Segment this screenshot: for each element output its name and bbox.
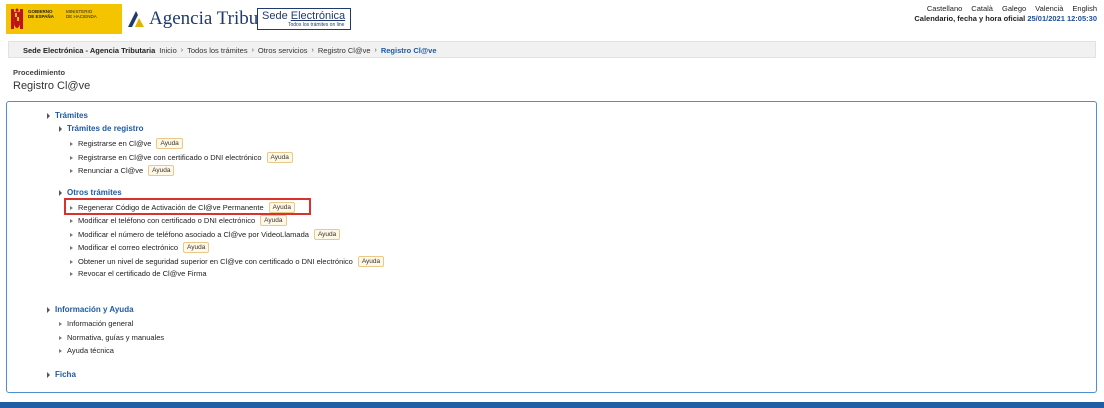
tree-ficha[interactable]: Ficha [47, 370, 76, 379]
lang-castellano[interactable]: Castellano [927, 4, 962, 13]
ayuda-button[interactable]: Ayuda [357, 256, 385, 267]
breadcrumb-todos-tramites[interactable]: Todos los trámites [187, 46, 247, 55]
lang-english[interactable]: English [1072, 4, 1097, 13]
lang-valencia[interactable]: Valencià [1035, 4, 1063, 13]
ayuda-button[interactable]: Ayuda [266, 152, 293, 163]
bullet-arrow-icon [59, 321, 62, 326]
tree-tramites-label: Trámites [55, 111, 88, 120]
breadcrumb-bar: Sede Electrónica - Agencia Tributaria In… [8, 41, 1096, 58]
site-header: GOBIERNO DE ESPAÑA MINISTERIO DE HACIEND… [0, 0, 1104, 37]
tree-item-nivel-seguridad[interactable]: Obtener un nivel de seguridad superior e… [70, 256, 385, 267]
ayuda-button[interactable]: Ayuda [148, 165, 175, 176]
expand-arrow-icon [47, 306, 50, 313]
ministerio-label: MINISTERIO DE HACIENDA [66, 9, 97, 19]
procedure-label: Procedimiento [13, 68, 66, 77]
tree-item-label[interactable]: Registrarse en Cl@ve con certificado o D… [78, 153, 262, 162]
lang-catala[interactable]: Català [971, 4, 993, 13]
tree-item-modificar-telefono-videollamada[interactable]: Modificar el número de teléfono asociado… [70, 229, 341, 240]
tree-item-label[interactable]: Normativa, guías y manuales [67, 333, 164, 342]
highlight-box [64, 198, 311, 215]
tree-informacion-ayuda-label: Información y Ayuda [55, 305, 134, 314]
gobierno-label: GOBIERNO DE ESPAÑA [28, 9, 54, 19]
sede-tagline: Todos los trámites on line [288, 22, 345, 28]
tree-item-revocar-certificado[interactable]: Revocar el certificado de Cl@ve Firma [70, 269, 207, 278]
tree-item-ayuda-tecnica[interactable]: Ayuda técnica [59, 346, 114, 355]
breadcrumb-current: Registro Cl@ve [380, 46, 437, 55]
bullet-arrow-icon [70, 271, 73, 276]
breadcrumb-separator-icon: › [180, 47, 184, 54]
tree-tramites-registro[interactable]: Trámites de registro [59, 124, 143, 133]
official-datetime[interactable]: Calendario, fecha y hora oficial 25/01/2… [914, 14, 1097, 23]
breadcrumb-inicio[interactable]: Inicio [159, 46, 177, 55]
page-title: Registro Cl@ve [13, 80, 91, 92]
breadcrumb-separator-icon: › [374, 47, 377, 54]
datetime-value: 25/01/2021 12:05:30 [1027, 14, 1097, 23]
tree-item-label[interactable]: Modificar el correo electrónico [78, 243, 178, 252]
breadcrumb-separator-icon: › [311, 47, 314, 54]
tree-item-label[interactable]: Modificar el teléfono con certificado o … [78, 216, 255, 225]
expand-arrow-icon [59, 189, 62, 196]
agencia-tributaria-icon [128, 11, 144, 27]
bullet-arrow-icon [59, 348, 62, 353]
tree-item-label[interactable]: Revocar el certificado de Cl@ve Firma [78, 269, 207, 278]
expand-arrow-icon [47, 112, 50, 119]
bullet-arrow-icon [70, 232, 73, 237]
tree-tramites[interactable]: Trámites [47, 111, 88, 120]
tree-item-label[interactable]: Ayuda técnica [67, 346, 114, 355]
gobierno-espana-logo[interactable]: GOBIERNO DE ESPAÑA MINISTERIO DE HACIEND… [6, 4, 122, 34]
bullet-arrow-icon [59, 335, 62, 340]
expand-arrow-icon [47, 371, 50, 378]
bullet-arrow-icon [70, 245, 73, 250]
breadcrumb-registro-clave[interactable]: Registro Cl@ve [318, 46, 371, 55]
tree-ficha-label: Ficha [55, 370, 76, 379]
sede-electronica-logo[interactable]: Sede Electrónica Todos los trámites on l… [257, 8, 351, 30]
bullet-arrow-icon [70, 155, 73, 160]
tree-item-modificar-telefono[interactable]: Modificar el teléfono con certificado o … [70, 215, 287, 226]
tree-item-modificar-correo[interactable]: Modificar el correo electrónico Ayuda [70, 242, 210, 253]
tree-item-renunciar[interactable]: Renunciar a Cl@ve Ayuda [70, 165, 175, 176]
footer-bar [0, 402, 1104, 408]
breadcrumb-otros-servicios[interactable]: Otros servicios [258, 46, 308, 55]
language-selector: Castellano Català Galego Valencià Englis… [927, 4, 1097, 13]
tree-item-label[interactable]: Renunciar a Cl@ve [78, 166, 143, 175]
breadcrumb: Sede Electrónica - Agencia Tributaria In… [23, 46, 437, 55]
tree-tramites-registro-label: Trámites de registro [67, 124, 144, 133]
tree-informacion-ayuda[interactable]: Información y Ayuda [47, 305, 134, 314]
tree-item-registrarse[interactable]: Registrarse en Cl@ve Ayuda [70, 138, 183, 149]
tree-otros-tramites[interactable]: Otros trámites [59, 188, 122, 197]
tree-item-label[interactable]: Obtener un nivel de seguridad superior e… [78, 257, 353, 266]
ayuda-button[interactable]: Ayuda [313, 229, 341, 240]
tree-item-normativa[interactable]: Normativa, guías y manuales [59, 333, 164, 342]
coat-of-arms-icon [11, 8, 23, 29]
ayuda-button[interactable]: Ayuda [260, 215, 287, 226]
expand-arrow-icon [59, 125, 62, 132]
tree-item-label[interactable]: Información general [67, 319, 133, 328]
ayuda-button[interactable]: Ayuda [156, 138, 183, 149]
breadcrumb-site: Sede Electrónica - Agencia Tributaria [23, 46, 156, 55]
bullet-arrow-icon [70, 259, 73, 264]
ayuda-button[interactable]: Ayuda [183, 242, 210, 253]
tree-item-label[interactable]: Registrarse en Cl@ve [78, 139, 151, 148]
tree-item-informacion-general[interactable]: Información general [59, 319, 133, 328]
tree-item-label[interactable]: Modificar el número de teléfono asociado… [78, 230, 309, 239]
tree-item-registrarse-certificado[interactable]: Registrarse en Cl@ve con certificado o D… [70, 152, 293, 163]
bullet-arrow-icon [70, 218, 73, 223]
bullet-arrow-icon [70, 141, 73, 146]
tree-otros-tramites-label: Otros trámites [67, 188, 122, 197]
lang-galego[interactable]: Galego [1002, 4, 1026, 13]
bullet-arrow-icon [70, 168, 73, 173]
datetime-label: Calendario, fecha y hora oficial [914, 14, 1026, 23]
breadcrumb-separator-icon: › [251, 47, 254, 54]
sede-title: Sede Electrónica [262, 10, 346, 22]
